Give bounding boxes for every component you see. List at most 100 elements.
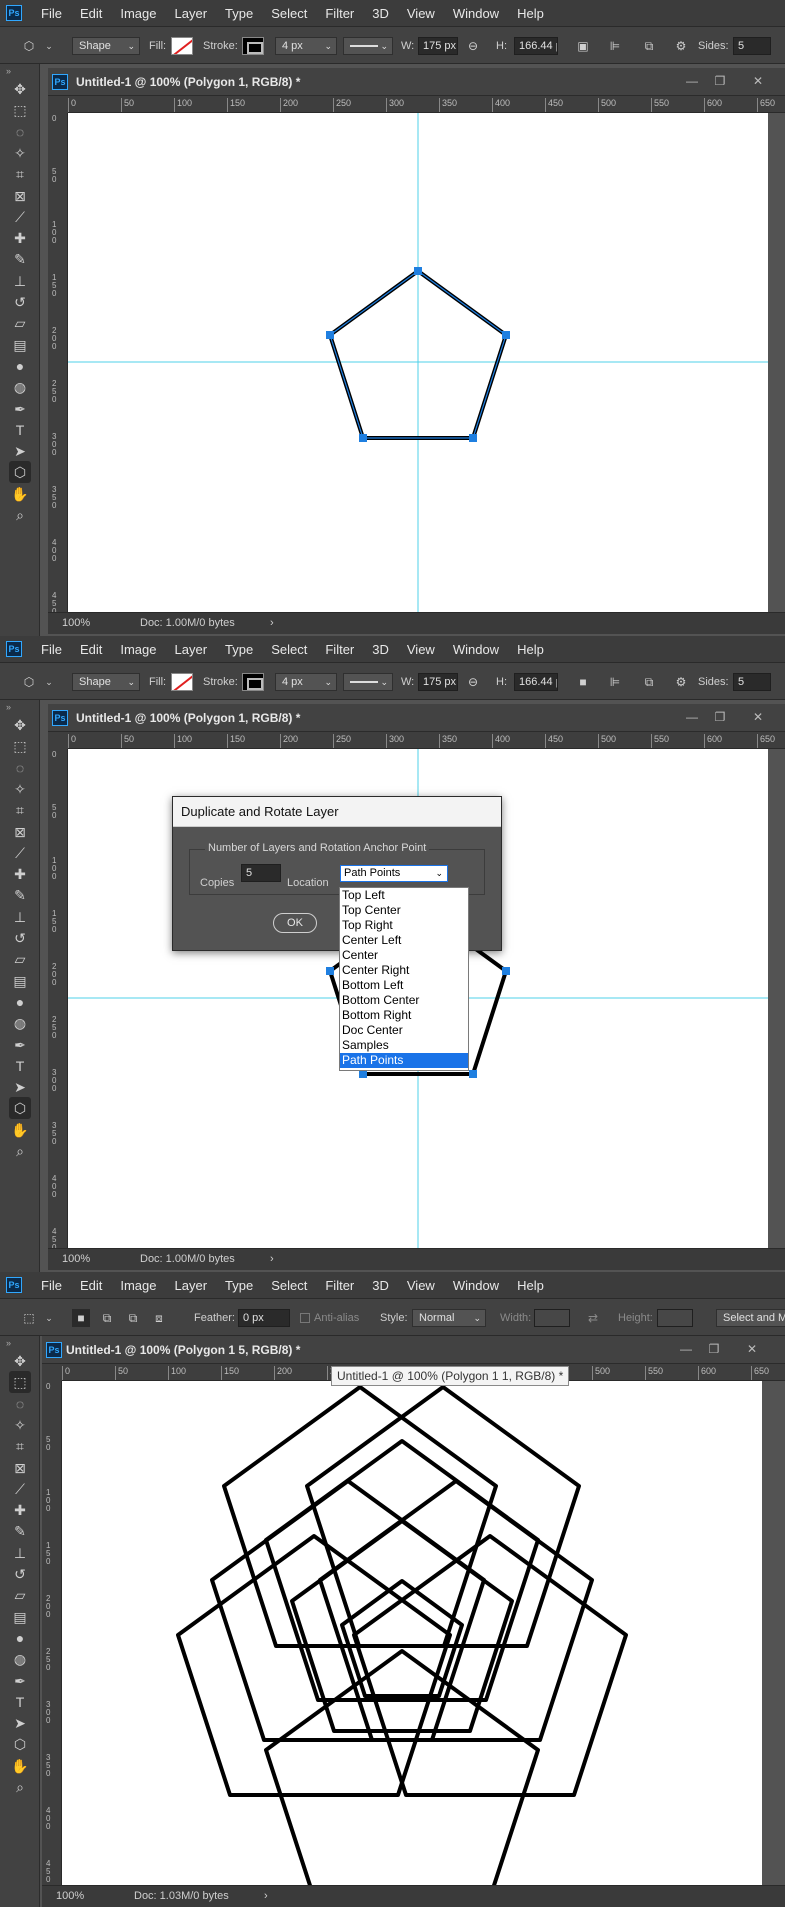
document-canvas[interactable]: [62, 1381, 762, 1885]
marquee-tool-icon[interactable]: ⬚: [9, 735, 31, 757]
menu-image[interactable]: Image: [111, 6, 165, 21]
copies-input[interactable]: 5: [241, 864, 281, 882]
frame-tool-icon[interactable]: ⊠: [9, 185, 31, 207]
polygon-tool-icon[interactable]: ⬡: [9, 461, 31, 484]
chevron-down-icon[interactable]: ⌄: [40, 673, 58, 691]
zoom-level[interactable]: 100%: [62, 1253, 90, 1265]
document-tab[interactable]: Ps Untitled-1 @ 100% (Polygon 1 5, RGB/8…: [42, 1336, 785, 1364]
pen-tool-icon[interactable]: ✒: [9, 1670, 31, 1692]
feather-field[interactable]: 0 px: [238, 1309, 290, 1327]
swap-icon[interactable]: ⇄: [584, 1309, 602, 1327]
clone-stamp-icon[interactable]: ⊥: [9, 270, 31, 292]
location-select[interactable]: Path Points ⌄: [340, 865, 448, 882]
polygon-tool-preset-icon[interactable]: ⬡: [20, 673, 38, 691]
menu-3d[interactable]: 3D: [363, 1278, 398, 1293]
hand-tool-icon[interactable]: ✋: [9, 1119, 31, 1141]
menu-3d[interactable]: 3D: [363, 6, 398, 21]
subtract-selection-icon[interactable]: ⧉: [124, 1309, 142, 1327]
tools-collapse-icon[interactable]: »: [6, 702, 11, 712]
history-brush-icon[interactable]: ↺: [9, 927, 31, 949]
width-field[interactable]: [534, 1309, 570, 1327]
fill-swatch[interactable]: [171, 37, 193, 55]
hand-tool-icon[interactable]: ✋: [9, 483, 31, 505]
menu-layer[interactable]: Layer: [166, 642, 217, 657]
polygon-tool-icon[interactable]: ⬡: [9, 1733, 31, 1755]
ruler-vertical[interactable]: 050100150200250300350400450: [48, 749, 68, 1252]
stroke-width-field[interactable]: 4 px ⌄: [275, 673, 337, 691]
menu-window[interactable]: Window: [444, 642, 508, 657]
list-item[interactable]: Samples: [340, 1038, 468, 1053]
antialias-checkbox[interactable]: [300, 1309, 314, 1327]
type-tool-icon[interactable]: T: [9, 419, 31, 441]
polygon-tool-icon[interactable]: ⬡: [9, 1097, 31, 1120]
magic-wand-icon[interactable]: ✧: [9, 1414, 31, 1436]
hand-tool-icon[interactable]: ✋: [9, 1755, 31, 1777]
marquee-preset-icon[interactable]: ⬚: [20, 1309, 38, 1327]
menu-filter[interactable]: Filter: [316, 642, 363, 657]
type-tool-icon[interactable]: T: [9, 1055, 31, 1077]
minimize-icon[interactable]: —: [682, 72, 702, 90]
path-operations-icon[interactable]: ■: [574, 673, 592, 691]
frame-tool-icon[interactable]: ⊠: [9, 1457, 31, 1479]
chevron-right-icon[interactable]: ›: [270, 617, 274, 629]
path-operations-icon[interactable]: ▣: [574, 37, 592, 55]
close-icon[interactable]: ✕: [748, 72, 768, 90]
menu-filter[interactable]: Filter: [316, 6, 363, 21]
magic-wand-icon[interactable]: ✧: [9, 142, 31, 164]
menu-edit[interactable]: Edit: [71, 1278, 111, 1293]
maximize-icon[interactable]: ❐: [710, 72, 730, 90]
new-selection-icon[interactable]: ■: [72, 1309, 90, 1327]
marquee-tool-icon[interactable]: ⬚: [9, 1371, 31, 1394]
menu-edit[interactable]: Edit: [71, 6, 111, 21]
menu-layer[interactable]: Layer: [166, 1278, 217, 1293]
blur-icon[interactable]: ●: [9, 991, 31, 1013]
chevron-down-icon[interactable]: ⌄: [40, 1309, 58, 1327]
menu-layer[interactable]: Layer: [166, 6, 217, 21]
menu-view[interactable]: View: [398, 642, 444, 657]
menu-3d[interactable]: 3D: [363, 642, 398, 657]
menu-select[interactable]: Select: [262, 642, 316, 657]
link-icon[interactable]: ⊖: [464, 37, 482, 55]
menu-help[interactable]: Help: [508, 6, 553, 21]
history-brush-icon[interactable]: ↺: [9, 1563, 31, 1585]
sponge-icon[interactable]: ◍: [9, 1012, 31, 1034]
ruler-horizontal[interactable]: 0 50 100 150 200 250 300 350 400 450 500 550 600 650: [68, 732, 785, 749]
gradient-icon[interactable]: ▤: [9, 970, 31, 992]
anchor-point[interactable]: [469, 1070, 477, 1078]
list-item[interactable]: Top Right: [340, 918, 468, 933]
gradient-icon[interactable]: ▤: [9, 334, 31, 356]
gear-icon[interactable]: ⚙: [672, 673, 690, 691]
menu-window[interactable]: Window: [444, 1278, 508, 1293]
sponge-icon[interactable]: ◍: [9, 1648, 31, 1670]
fill-swatch[interactable]: [171, 673, 193, 691]
stroke-style-select[interactable]: ⌄: [343, 673, 393, 691]
clone-stamp-icon[interactable]: ⊥: [9, 1542, 31, 1564]
path-selection-icon[interactable]: ➤: [9, 1712, 31, 1734]
menu-file[interactable]: File: [32, 1278, 71, 1293]
eraser-icon[interactable]: ▱: [9, 948, 31, 970]
path-alignment-icon[interactable]: ⊫: [606, 37, 624, 55]
document-tab[interactable]: Ps Untitled-1 @ 100% (Polygon 1, RGB/8) …: [48, 704, 785, 732]
height-field[interactable]: 166.44 p: [514, 673, 558, 691]
list-item[interactable]: Bottom Left: [340, 978, 468, 993]
stroke-swatch[interactable]: [242, 673, 264, 691]
move-tool-icon[interactable]: ✥: [9, 78, 31, 100]
menu-edit[interactable]: Edit: [71, 642, 111, 657]
width-field[interactable]: 175 px: [418, 673, 458, 691]
blur-icon[interactable]: ●: [9, 355, 31, 377]
menu-file[interactable]: File: [32, 6, 71, 21]
menu-help[interactable]: Help: [508, 1278, 553, 1293]
anchor-point[interactable]: [414, 267, 422, 275]
maximize-icon[interactable]: ❐: [704, 1340, 724, 1358]
list-item[interactable]: Doc Center: [340, 1023, 468, 1038]
path-arrangement-icon[interactable]: ⧉: [640, 37, 658, 55]
ruler-vertical[interactable]: 050100150200250300350400450: [48, 113, 68, 616]
crop-tool-icon[interactable]: ⌗: [9, 1435, 31, 1457]
document-canvas[interactable]: [68, 113, 768, 612]
menu-type[interactable]: Type: [216, 642, 262, 657]
shape-mode-select[interactable]: Shape ⌄: [72, 673, 140, 691]
eraser-icon[interactable]: ▱: [9, 312, 31, 334]
gear-icon[interactable]: ⚙: [672, 37, 690, 55]
close-icon[interactable]: ✕: [748, 708, 768, 726]
tools-collapse-icon[interactable]: »: [6, 66, 11, 76]
